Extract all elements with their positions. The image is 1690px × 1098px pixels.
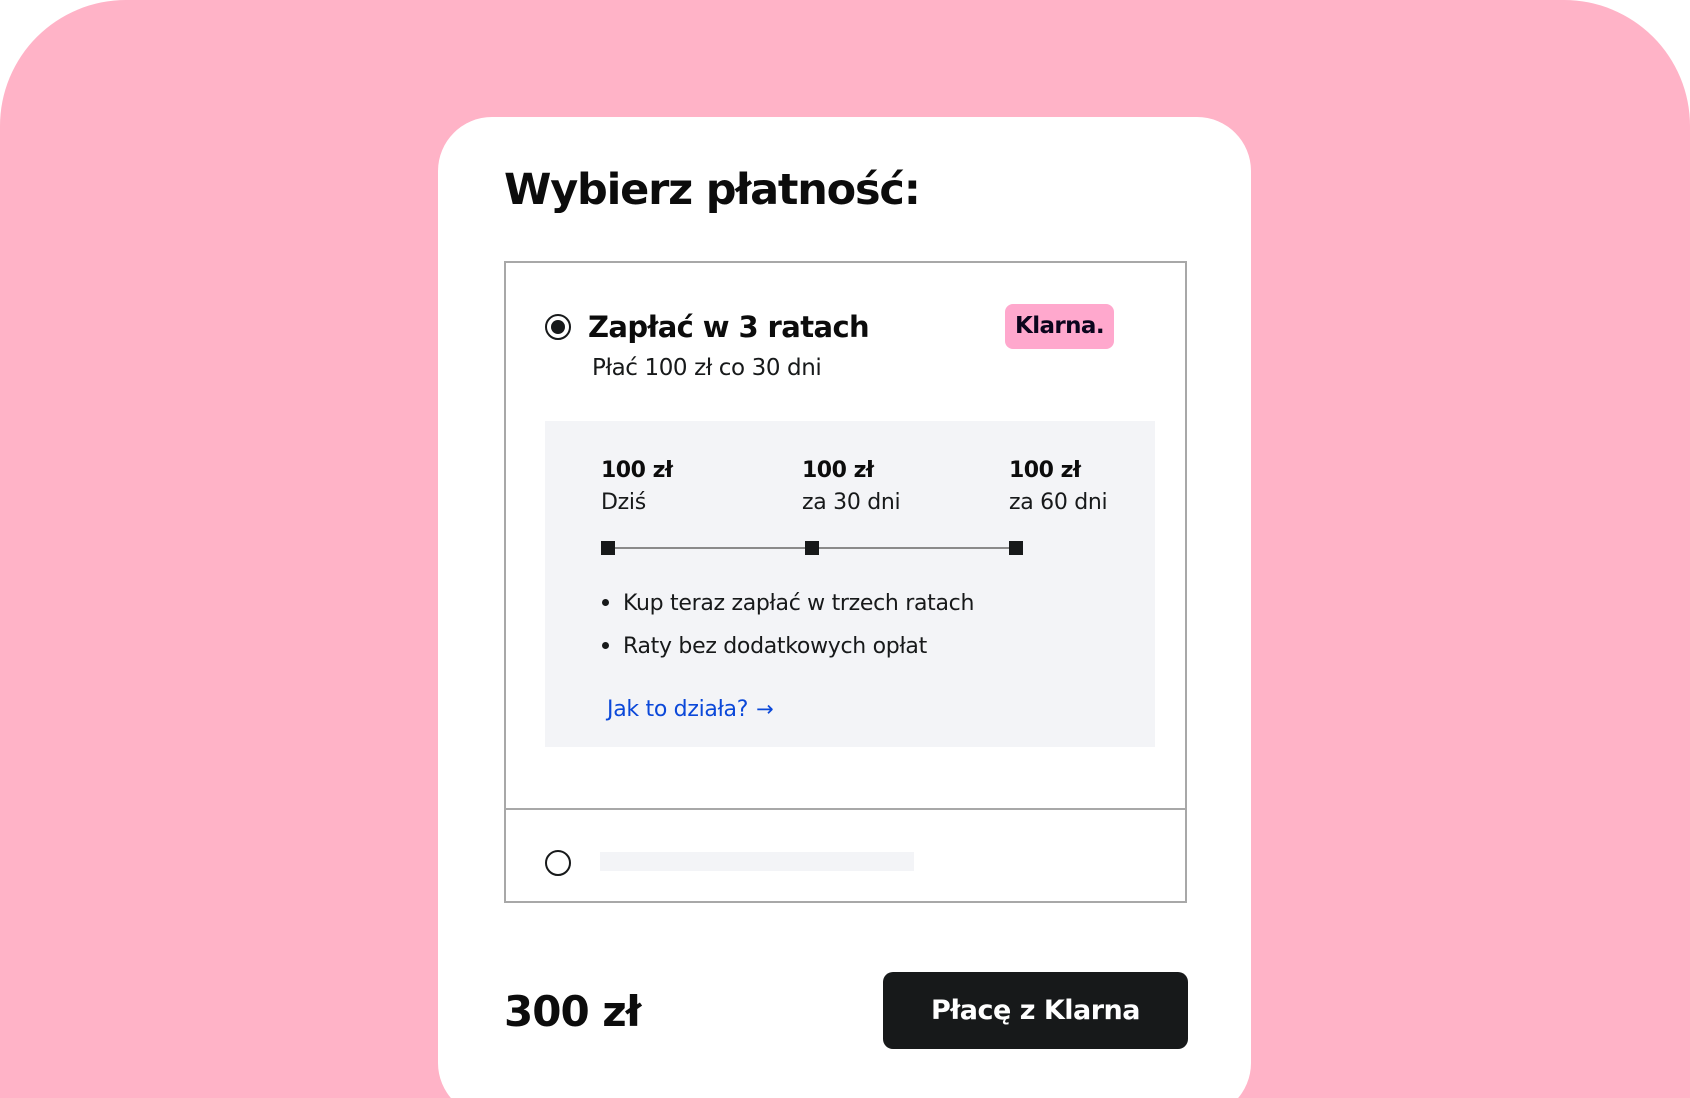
pink-background: Wybierz płatność: Zapłać w 3 ratach Płać… bbox=[0, 0, 1690, 1098]
arrow-right-icon: → bbox=[756, 697, 774, 721]
option-label-placeholder bbox=[600, 852, 914, 871]
installment-due: Dziś bbox=[601, 490, 646, 515]
option-installments[interactable]: Zapłać w 3 ratach Płać 100 zł co 30 dni … bbox=[506, 263, 1185, 810]
installment-step: 100 zł za 60 dni bbox=[1009, 458, 1108, 515]
installment-step: 100 zł za 30 dni bbox=[802, 458, 901, 515]
pay-with-klarna-button[interactable]: Płacę z Klarna bbox=[883, 972, 1188, 1049]
klarna-logo: Klarna. bbox=[1005, 304, 1114, 349]
timeline-marker bbox=[805, 541, 819, 555]
option-other[interactable] bbox=[506, 810, 1185, 901]
how-it-works-label: Jak to działa? bbox=[607, 697, 749, 722]
installment-due: za 60 dni bbox=[1009, 490, 1108, 515]
installment-amount: 100 zł bbox=[802, 458, 874, 483]
payment-card: Wybierz płatność: Zapłać w 3 ratach Płać… bbox=[438, 117, 1251, 1098]
radio-selected-dot bbox=[551, 320, 565, 334]
installment-step: 100 zł Dziś bbox=[601, 458, 673, 515]
other-option-radio[interactable] bbox=[545, 850, 571, 876]
benefit-item: Kup teraz zapłać w trzech ratach bbox=[602, 591, 974, 634]
page-title: Wybierz płatność: bbox=[504, 165, 921, 215]
installment-due: za 30 dni bbox=[802, 490, 901, 515]
benefit-item: Raty bez dodatkowych opłat bbox=[602, 634, 974, 677]
benefits-list: Kup teraz zapłać w trzech ratach Raty be… bbox=[602, 591, 974, 677]
how-it-works-link[interactable]: Jak to działa? → bbox=[607, 697, 774, 722]
order-total: 300 zł bbox=[504, 987, 641, 1036]
timeline-marker bbox=[601, 541, 615, 555]
installment-details-panel: 100 zł Dziś 100 zł za 30 dni 100 zł za 6… bbox=[545, 421, 1155, 747]
installment-amount: 100 zł bbox=[601, 458, 673, 483]
timeline-marker bbox=[1009, 541, 1023, 555]
installment-amount: 100 zł bbox=[1009, 458, 1081, 483]
installments-radio[interactable] bbox=[545, 314, 571, 340]
payment-options: Zapłać w 3 ratach Płać 100 zł co 30 dni … bbox=[504, 261, 1187, 903]
option-title: Zapłać w 3 ratach bbox=[588, 310, 870, 344]
option-subtitle: Płać 100 zł co 30 dni bbox=[592, 355, 822, 381]
